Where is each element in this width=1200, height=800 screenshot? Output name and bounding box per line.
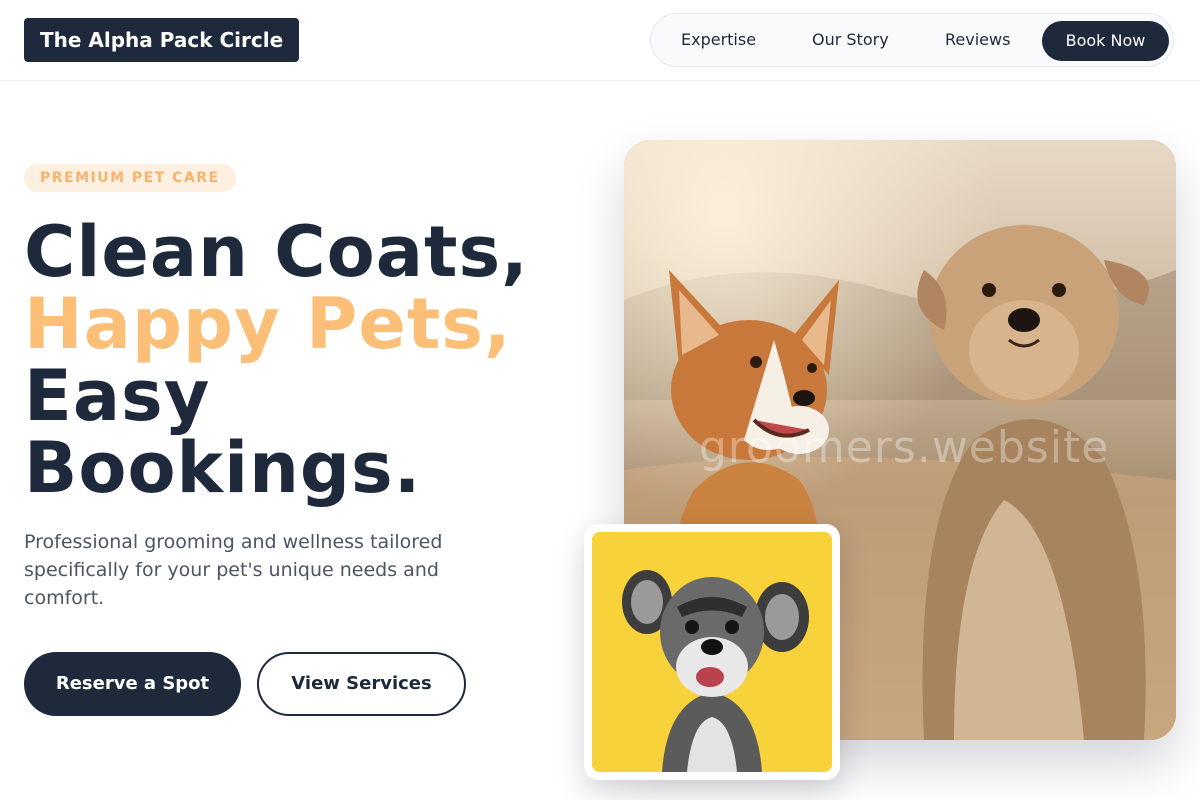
brand-logo[interactable]: The Alpha Pack Circle: [24, 18, 300, 62]
headline-line-2-accent: Happy Pets,: [24, 283, 512, 365]
hero-badge: PREMIUM PET CARE: [24, 164, 236, 192]
nav-link-reviews[interactable]: Reviews: [945, 27, 1010, 53]
view-services-button[interactable]: View Services: [257, 652, 466, 716]
inset-photo-frame: [592, 532, 832, 772]
nav-link-our-story[interactable]: Our Story: [812, 27, 889, 53]
image-watermark: groomers.website: [699, 422, 1110, 473]
site-header: The Alpha Pack Circle Expertise Our Stor…: [0, 0, 1200, 81]
nav-link-expertise[interactable]: Expertise: [681, 27, 756, 53]
hero-lead-text: Professional grooming and wellness tailo…: [24, 531, 443, 609]
reserve-spot-button[interactable]: Reserve a Spot: [24, 652, 241, 716]
headline-line-1: Clean Coats,: [24, 211, 529, 293]
hero-headline: Clean Coats, Happy Pets, Easy Bookings.: [24, 216, 584, 504]
headline-line-3: Easy: [24, 355, 211, 437]
book-now-button[interactable]: Book Now: [1042, 21, 1169, 61]
schnauzer-illustration: [592, 532, 832, 772]
hero-inset-photo: [584, 524, 840, 780]
main-nav: Expertise Our Story Reviews Book Now: [650, 13, 1174, 67]
headline-line-4: Bookings.: [24, 427, 422, 509]
